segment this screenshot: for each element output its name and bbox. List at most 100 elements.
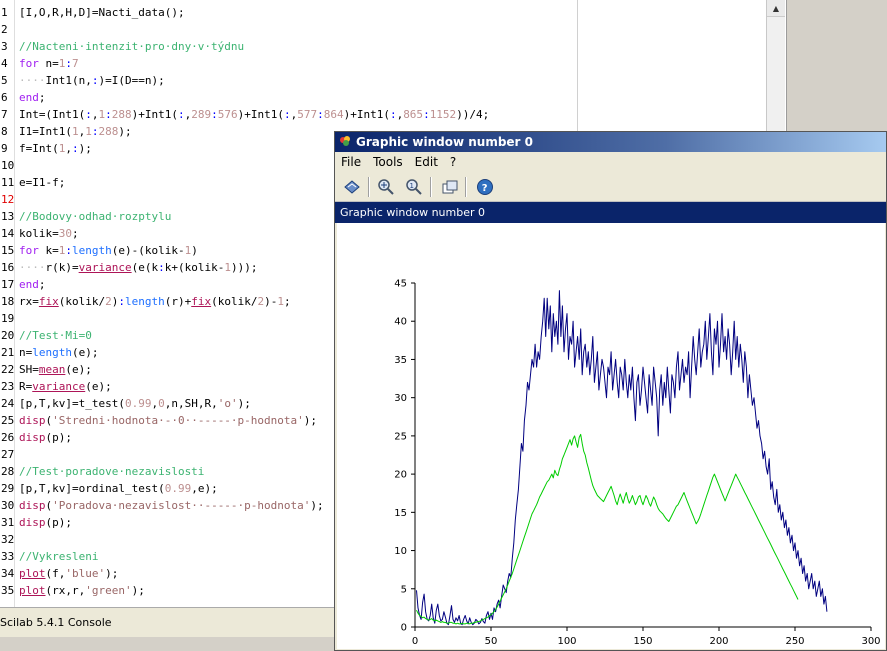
code-token: 'o' — [217, 397, 238, 410]
line-number: 2 — [1, 23, 8, 36]
code-line[interactable]: 3 //Nacteni·intenzit·pro·dny·v·týdnu — [0, 38, 766, 55]
line-chart: 0 5 10 15 20 25 30 35 40 45 0 50 100 150 200 250 300 — [394, 279, 880, 648]
code-token: //Nacteni·intenzit·pro·dny·v·týdnu — [19, 40, 245, 53]
code-line[interactable]: 5 ····Int1(n,:)=I(D==n); — [0, 72, 766, 89]
code-token: [p,T,kv]=t_test( — [19, 397, 125, 410]
menu-edit[interactable]: Edit — [409, 152, 444, 172]
code-text: //Test·Mi=0 — [19, 327, 92, 344]
console-tab[interactable]: Scilab 5.4.1 Console — [0, 607, 336, 637]
code-token: disp — [19, 414, 46, 427]
graphic-window[interactable]: Graphic window number 0 File Tools Edit? 1… — [334, 131, 887, 651]
code-token: length — [72, 244, 112, 257]
line-number: 14 — [1, 227, 15, 240]
code-text: ····r(k)=variance(e(k:k+(kolik-1))); — [19, 259, 257, 276]
code-text: disp('Stredni·hodnota·-·0··-----·p-hodno… — [19, 412, 317, 429]
x-tick-label: 300 — [861, 636, 880, 647]
code-token: , — [65, 142, 72, 155]
code-token: length — [124, 295, 165, 308]
code-token: rx= — [19, 295, 39, 308]
code-token: 1152 — [429, 108, 457, 121]
code-token: : — [118, 295, 125, 308]
datatip-icon[interactable] — [439, 176, 461, 198]
x-tick-label: 150 — [633, 636, 652, 647]
code-token: : — [65, 244, 72, 257]
code-text: plot(f,'blue'); — [19, 565, 118, 582]
help-icon[interactable]: ? — [474, 176, 496, 198]
code-token: plot — [19, 567, 46, 580]
code-token: (e(k — [131, 261, 159, 274]
code-token: variance — [78, 261, 132, 274]
code-token: 'Poradova·nezavislost··-----·p-hodnota' — [52, 499, 311, 512]
toolbar-separator — [368, 177, 370, 197]
code-token: length — [32, 346, 72, 359]
code-token: 7 — [72, 57, 79, 70]
console-title: Scilab 5.4.1 Console — [0, 616, 112, 629]
plot-canvas[interactable]: 0 5 10 15 20 25 30 35 40 45 0 50 100 150 200 250 300 — [337, 223, 885, 649]
code-token: 864 — [323, 108, 344, 121]
x-tick-label: 200 — [709, 636, 728, 647]
code-token: R= — [19, 380, 33, 393]
code-token: ; — [283, 295, 291, 308]
code-text: [p,T,kv]=ordinal_test(0.99,e); — [19, 480, 218, 497]
x-tick-label: 100 — [557, 636, 576, 647]
code-line[interactable]: 2 — [0, 21, 766, 38]
line-number: 24 — [1, 397, 15, 410]
code-line[interactable]: 7 Int=(Int1(:,1:288)+Int1(:,289:576)+Int1… — [0, 106, 766, 123]
code-line[interactable]: 1 [I,O,R,H,D]=Nacti_data(); — [0, 4, 766, 21]
code-text: for k=1:length(e)-(kolik-1) — [19, 242, 198, 259]
series-line-green — [416, 433, 799, 625]
code-token: : — [158, 261, 165, 274]
code-token: : — [105, 108, 112, 121]
line-number: 18 — [1, 295, 15, 308]
code-token: 1 — [85, 125, 92, 138]
code-text: ····Int1(n,:)=I(D==n); — [19, 72, 165, 89]
arrow-up-icon[interactable]: ▲ — [767, 0, 785, 17]
menu-help[interactable]: ? — [444, 152, 462, 172]
code-token: n= — [38, 57, 59, 70]
code-token: )+Int1( — [343, 108, 390, 121]
code-line[interactable]: 4 for n=1:7 — [0, 55, 766, 72]
code-token: k= — [38, 244, 59, 257]
code-token: //Test·Mi=0 — [19, 329, 92, 342]
code-text: //Nacteni·intenzit·pro·dny·v·týdnu — [19, 38, 244, 55]
line-number: 23 — [1, 380, 15, 393]
y-tick-label: 10 — [394, 546, 407, 557]
y-tick-label: 0 — [401, 623, 407, 634]
code-text: I1=Int1(1,1:288); — [19, 123, 132, 140]
rotate-icon[interactable] — [341, 176, 363, 198]
code-token: (e); — [85, 380, 112, 393]
menu-tools[interactable]: Tools — [367, 152, 409, 172]
menu-file[interactable]: File — [335, 152, 367, 172]
code-token: [I,O,R,H,D]=Nacti_data(); — [19, 6, 185, 19]
y-tick-label: 30 — [394, 393, 407, 404]
line-number: 31 — [1, 516, 15, 529]
code-text: f=Int(1,:); — [19, 140, 92, 157]
code-token: (e); — [65, 363, 92, 376]
toolbar-separator — [430, 177, 432, 197]
line-number: 29 — [1, 482, 15, 495]
code-token: ); — [78, 142, 92, 155]
line-number: 17 — [1, 278, 15, 291]
graphic-window-title: Graphic window number 0 — [356, 135, 534, 149]
zoom-icon[interactable] — [375, 176, 397, 198]
unzoom-icon[interactable]: 1 — [403, 176, 425, 198]
series-line-blue — [416, 290, 828, 626]
code-token: Int=(Int1( — [19, 108, 86, 121]
code-token: ); — [303, 414, 318, 427]
graphic-window-titlebar[interactable]: Graphic window number 0 — [335, 132, 886, 152]
code-text: n=length(e); — [19, 344, 99, 361]
svg-text:?: ? — [482, 183, 488, 194]
code-token: fix — [191, 295, 212, 308]
code-token: : — [211, 108, 218, 121]
code-line[interactable]: 6 end; — [0, 89, 766, 106]
code-token: 0 — [158, 397, 165, 410]
line-number: 33 — [1, 550, 15, 563]
code-text: Int=(Int1(:,1:288)+Int1(:,289:576)+Int1(… — [19, 106, 489, 123]
code-token: : — [283, 108, 291, 121]
line-number: 15 — [1, 244, 15, 257]
graphic-info-bar: Graphic window number 0 — [335, 202, 886, 223]
code-token: : — [72, 142, 79, 155]
code-token: 865 — [403, 108, 424, 121]
code-text: for n=1:7 — [19, 55, 79, 72]
code-token: 0.99 — [164, 482, 192, 495]
